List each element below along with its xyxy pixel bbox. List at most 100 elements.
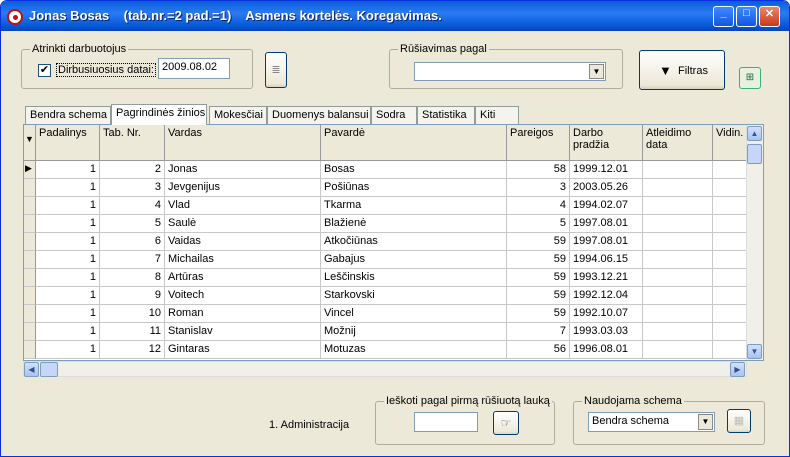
tab-sodra[interactable]: Sodra (371, 106, 417, 124)
table-cell-tab[interactable]: 9 (100, 287, 165, 305)
employee-table[interactable]: ▼ Padalinys Tab. Nr. Vardas Pavardė Pare… (23, 124, 764, 361)
filter-button[interactable]: ▼ Filtras (639, 50, 725, 90)
schema-settings-icon[interactable]: ▦ (727, 409, 751, 433)
maximize-button[interactable]: □ (736, 6, 757, 27)
scroll-thumb[interactable] (747, 144, 762, 164)
table-cell-data[interactable]: 2003.05.26 (570, 179, 643, 197)
table-cell-pad[interactable]: 1 (36, 233, 100, 251)
table-cell[interactable] (713, 287, 748, 305)
tab-pagrindines-zinios[interactable]: Pagrindinės žinios (111, 104, 207, 125)
table-cell-tab[interactable]: 4 (100, 197, 165, 215)
table-cell[interactable] (643, 287, 713, 305)
table-cell-vardas[interactable]: Artūras (165, 269, 321, 287)
row-indicator[interactable] (24, 305, 36, 323)
table-cell-tab[interactable]: 6 (100, 233, 165, 251)
column-header-padalinys[interactable]: Padalinys (36, 125, 100, 161)
table-cell[interactable] (713, 179, 748, 197)
row-indicator[interactable] (24, 287, 36, 305)
table-cell-pad[interactable]: 1 (36, 197, 100, 215)
row-indicator[interactable] (24, 341, 36, 359)
table-cell-pavarde[interactable]: Bosas (321, 161, 507, 179)
table-cell-pavarde[interactable]: Možnij (321, 323, 507, 341)
table-cell-data[interactable]: 1993.12.21 (570, 269, 643, 287)
table-cell[interactable] (713, 323, 748, 341)
column-header-tab-nr[interactable]: Tab. Nr. (100, 125, 165, 161)
table-cell-pad[interactable]: 1 (36, 215, 100, 233)
tab-bendra-schema[interactable]: Bendra schema (25, 106, 111, 124)
table-cell-par[interactable]: 7 (507, 323, 570, 341)
minimize-button[interactable]: _ (713, 6, 734, 27)
table-cell[interactable] (713, 341, 748, 359)
table-cell-vardas[interactable]: Roman (165, 305, 321, 323)
table-cell[interactable] (643, 179, 713, 197)
table-cell[interactable] (713, 233, 748, 251)
row-indicator[interactable] (24, 233, 36, 251)
table-cell-par[interactable]: 4 (507, 197, 570, 215)
table-cell-tab[interactable]: 2 (100, 161, 165, 179)
table-cell-vardas[interactable]: Jonas (165, 161, 321, 179)
table-cell-vardas[interactable]: Jevgenijus (165, 179, 321, 197)
tab-mokesciai[interactable]: Mokesčiai (209, 106, 267, 124)
vertical-scrollbar[interactable]: ▲ ▼ (746, 125, 763, 360)
tab-duomenys-balansui[interactable]: Duomenys balansui (267, 106, 371, 124)
table-cell-vardas[interactable]: Stanislav (165, 323, 321, 341)
row-indicator[interactable] (24, 215, 36, 233)
table-cell-pavarde[interactable]: Pošiūnas (321, 179, 507, 197)
current-row-indicator[interactable]: ▶ (24, 161, 36, 179)
table-cell-pad[interactable]: 1 (36, 341, 100, 359)
table-cell-vardas[interactable]: Saulė (165, 215, 321, 233)
table-cell-tab[interactable]: 8 (100, 269, 165, 287)
table-cell-par[interactable]: 59 (507, 287, 570, 305)
table-cell[interactable] (643, 161, 713, 179)
table-cell-vardas[interactable]: Vaidas (165, 233, 321, 251)
scroll-left-icon[interactable]: ◀ (24, 362, 39, 377)
date-input[interactable]: 2009.08.02 (158, 58, 230, 79)
table-cell[interactable] (643, 305, 713, 323)
table-cell-pavarde[interactable]: Motuzas (321, 341, 507, 359)
column-header-atleidimo-data[interactable]: Atleidimo data (643, 125, 713, 161)
schema-select[interactable]: Bendra schema ▼ (588, 412, 715, 432)
table-cell[interactable] (643, 233, 713, 251)
tab-kiti[interactable]: Kiti (475, 106, 519, 124)
table-cell[interactable] (643, 215, 713, 233)
chevron-down-icon[interactable]: ▼ (698, 414, 713, 430)
horizontal-scrollbar[interactable]: ◀ ▶ (23, 361, 747, 377)
table-cell-vardas[interactable]: Vlad (165, 197, 321, 215)
table-cell[interactable] (643, 251, 713, 269)
table-cell-pavarde[interactable]: Atkočiūnas (321, 233, 507, 251)
worked-on-date-checkbox[interactable]: ✔ (38, 64, 51, 77)
row-indicator[interactable] (24, 323, 36, 341)
table-cell-par[interactable]: 59 (507, 269, 570, 287)
column-header-darbo-pradzia[interactable]: Darbo pradžia (570, 125, 643, 161)
table-cell-pavarde[interactable]: Tkarma (321, 197, 507, 215)
table-cell-tab[interactable]: 10 (100, 305, 165, 323)
table-cell-data[interactable]: 1992.10.07 (570, 305, 643, 323)
h-scroll-thumb[interactable] (40, 362, 58, 377)
table-cell-data[interactable]: 1993.03.03 (570, 323, 643, 341)
table-cell[interactable] (643, 269, 713, 287)
table-cell[interactable] (713, 251, 748, 269)
table-cell-data[interactable]: 1996.08.01 (570, 341, 643, 359)
table-cell-vardas[interactable]: Michailas (165, 251, 321, 269)
table-cell-pad[interactable]: 1 (36, 305, 100, 323)
table-cell[interactable] (643, 323, 713, 341)
table-cell-par[interactable]: 3 (507, 179, 570, 197)
column-chooser-icon[interactable]: ▼ (24, 125, 36, 161)
table-cell-data[interactable]: 1994.06.15 (570, 251, 643, 269)
table-cell-pad[interactable]: 1 (36, 287, 100, 305)
excel-export-icon[interactable]: ⊞ (739, 67, 761, 89)
table-cell-tab[interactable]: 11 (100, 323, 165, 341)
row-indicator[interactable] (24, 251, 36, 269)
scroll-right-icon[interactable]: ▶ (730, 362, 745, 377)
table-cell-pad[interactable]: 1 (36, 323, 100, 341)
sort-select[interactable]: ▼ (414, 62, 606, 81)
table-cell-vardas[interactable]: Gintaras (165, 341, 321, 359)
table-cell-data[interactable]: 1994.02.07 (570, 197, 643, 215)
table-cell-data[interactable]: 1997.08.01 (570, 215, 643, 233)
tab-statistika[interactable]: Statistika (417, 106, 475, 124)
table-cell-pavarde[interactable]: Gabajus (321, 251, 507, 269)
table-cell-pad[interactable]: 1 (36, 251, 100, 269)
table-cell[interactable] (713, 269, 748, 287)
table-cell[interactable] (713, 197, 748, 215)
row-indicator[interactable] (24, 197, 36, 215)
